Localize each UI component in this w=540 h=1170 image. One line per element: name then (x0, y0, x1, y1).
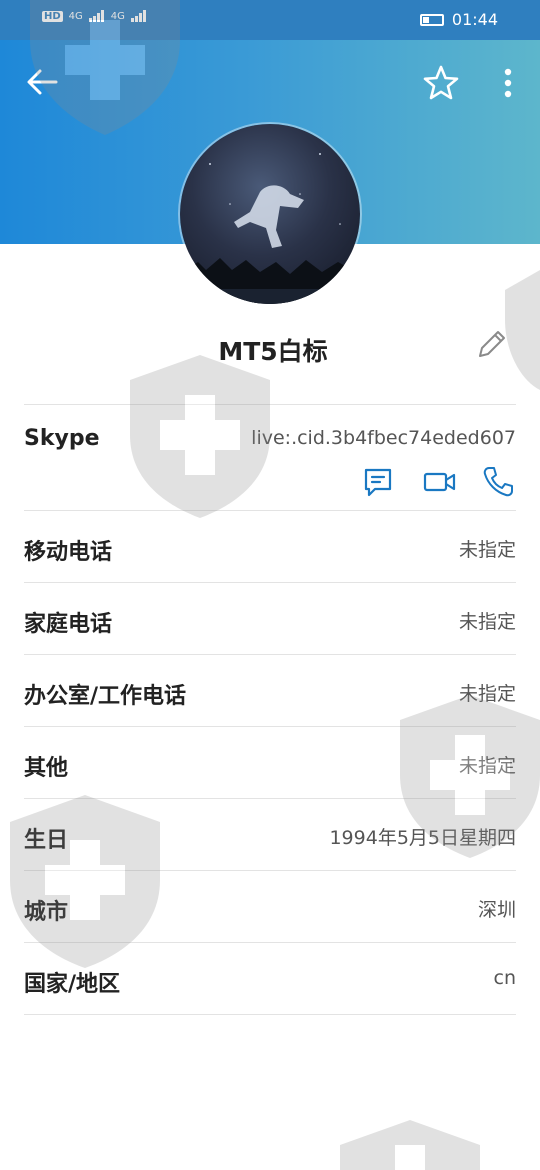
signal-icon (88, 10, 105, 22)
message-icon (364, 468, 392, 497)
shield-watermark-icon (340, 1120, 480, 1170)
network-type-1: 4G (68, 10, 83, 22)
home-phone-value: 未指定 (458, 611, 516, 633)
city-value: 深圳 (477, 899, 516, 921)
country-value: cn (493, 967, 517, 989)
birthday-label: 生日 (24, 828, 69, 853)
phone-icon (483, 467, 513, 497)
status-bar: HD 4G 4G 01:44 (0, 0, 540, 40)
divider (24, 582, 516, 583)
divider (24, 726, 516, 727)
divider (24, 654, 516, 655)
contact-name: MT5白标 (218, 337, 328, 366)
hd-indicator: HD (42, 10, 63, 22)
message-button[interactable] (360, 464, 396, 500)
signal-icon (130, 10, 147, 22)
other-phone-label: 其他 (24, 756, 69, 781)
video-call-icon (423, 472, 456, 492)
avatar[interactable] (180, 124, 360, 304)
video-call-button[interactable] (422, 464, 458, 500)
favorite-button[interactable] (420, 62, 462, 104)
more-options-button[interactable] (496, 62, 520, 104)
clock: 01:44 (451, 10, 498, 29)
phone-call-button[interactable] (480, 464, 516, 500)
star-icon (423, 65, 459, 100)
shield-watermark-icon (10, 795, 160, 968)
city-label: 城市 (24, 900, 69, 925)
divider (24, 404, 516, 405)
back-button[interactable] (22, 62, 62, 102)
other-phone-value: 未指定 (458, 755, 516, 777)
home-phone-label: 家庭电话 (24, 612, 113, 637)
edit-button[interactable] (474, 326, 510, 362)
work-phone-value: 未指定 (458, 683, 516, 705)
divider (24, 870, 516, 871)
back-arrow-icon (27, 69, 58, 95)
work-phone-label: 办公室/工作电话 (24, 684, 187, 709)
divider (24, 510, 516, 511)
status-icons: HD 4G 4G (42, 10, 147, 22)
mobile-phone-label: 移动电话 (24, 540, 113, 565)
pencil-icon (479, 331, 505, 357)
status-right: 01:44 (419, 10, 498, 29)
country-label: 国家/地区 (24, 972, 121, 997)
avatar-image (180, 153, 360, 304)
battery-icon (419, 13, 444, 26)
mobile-phone-value: 未指定 (458, 539, 516, 561)
network-type-2: 4G (110, 10, 125, 22)
more-vertical-icon (504, 68, 512, 98)
divider (24, 942, 516, 943)
divider (24, 798, 516, 799)
skype-label: Skype (24, 426, 100, 451)
divider (24, 1014, 516, 1015)
skype-id[interactable]: live:.cid.3b4fbec74eded607 (251, 427, 516, 449)
birthday-value: 1994年5月5日星期四 (329, 827, 516, 849)
